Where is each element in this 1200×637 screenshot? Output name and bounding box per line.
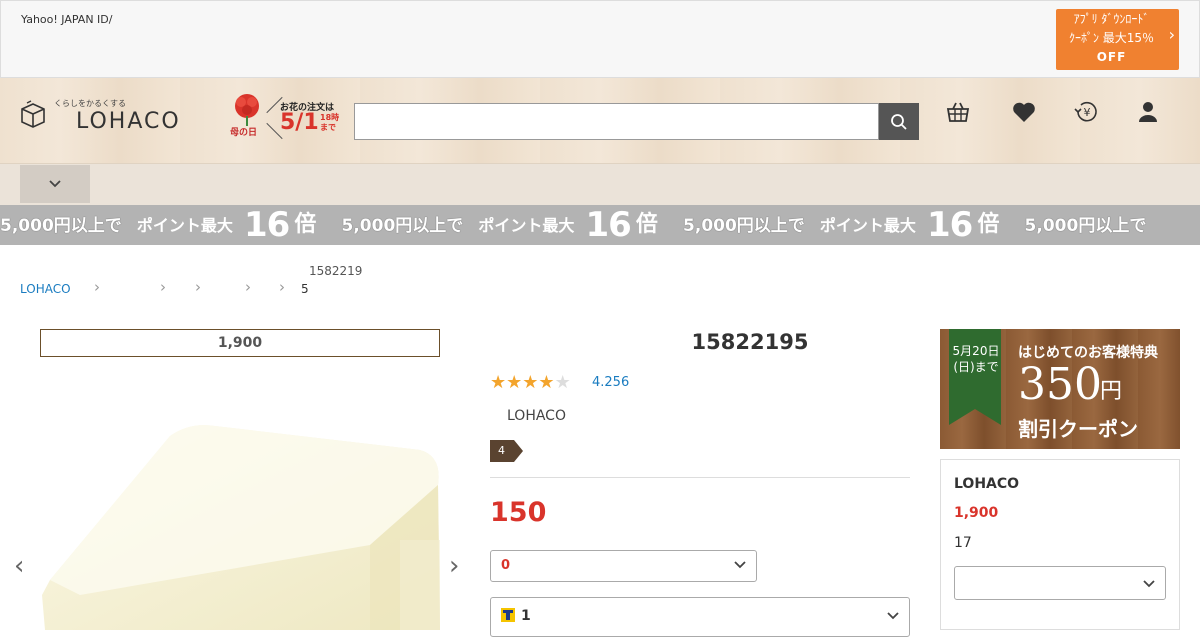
order-history-button[interactable]: ¥ [1072, 98, 1100, 126]
product-image[interactable] [40, 370, 440, 630]
star-icon: ★ [538, 372, 555, 393]
breadcrumb-product-id: 1582219 [309, 264, 363, 278]
yen-history-icon: ¥ [1074, 101, 1097, 122]
mothers-day-banner[interactable]: 母の日 お花の注文は 5/1 18時 まで [230, 92, 348, 142]
seller-name: LOHACO [954, 476, 1020, 492]
banner-times: 倍 [635, 212, 658, 237]
product-tag-badge: 4 [490, 440, 523, 462]
tpoint-value: 1 [521, 608, 531, 624]
first-order-coupon-banner[interactable]: 5月20日 (日)まで はじめてのお客様特典 350 円 割引クーポン [940, 329, 1180, 449]
seller-price: 1,900 [954, 505, 999, 521]
cart-button[interactable] [944, 98, 972, 126]
breadcrumb-separator-icon: › [245, 278, 251, 296]
banner-segment: 5,000円以上で ポイント最大 16 倍 [342, 205, 678, 245]
banner-points-label: ポイント最大 [819, 216, 916, 235]
seller-select[interactable] [954, 566, 1166, 600]
breadcrumb-separator-icon: › [195, 278, 201, 296]
heart-icon [1013, 102, 1035, 122]
carnation-icon [235, 94, 259, 126]
chevron-down-icon [49, 180, 61, 188]
top-bar: Yahoo! JAPAN ID/ [0, 0, 1200, 78]
banner-segment: 5,000円以上で ポイント最大 16 倍 [683, 205, 1019, 245]
logo-tagline: くらしをかるくする [54, 99, 126, 108]
banner-multiplier: 16 [243, 205, 290, 245]
favorites-button[interactable] [1010, 98, 1038, 126]
banner-multiplier: 16 [927, 205, 973, 245]
basket-icon [946, 102, 970, 122]
coupon-unit: 円 [1100, 379, 1123, 404]
mothers-day-date: 5/1 [280, 110, 319, 135]
coupon-label: 割引クーポン [1018, 417, 1138, 441]
banner-points-label: ポイント最大 [478, 216, 575, 235]
banner-times: 倍 [294, 212, 317, 237]
chevron-down-icon [734, 561, 746, 569]
seller-stock: 17 [954, 535, 972, 551]
banner-segment: 5,000円以上で ポイント最大 16 倍 [0, 205, 336, 245]
banner-threshold: 5,000円以上で [1024, 216, 1147, 236]
chevron-down-icon [1143, 580, 1155, 588]
product-title: 15822195 [691, 330, 809, 354]
gallery-next-button[interactable]: › [449, 551, 459, 581]
chevron-right-icon: › [1168, 25, 1175, 44]
logo-brand-text: LOHACO [76, 109, 181, 134]
star-icon: ★ [554, 372, 571, 393]
divider [490, 477, 910, 478]
promo-line-1: ｱﾌﾟﾘ ﾀﾞｳﾝﾛｰﾄﾞ [1073, 12, 1150, 26]
tpoint-icon [501, 608, 515, 622]
banner-threshold: 5,000円以上で [341, 216, 464, 236]
points-campaign-banner[interactable]: 5,000円以上で ポイント最大 16 倍 5,000円以上で ポイント最大 1… [0, 205, 1200, 245]
mothers-day-label: 母の日 [230, 128, 258, 138]
app-coupon-button[interactable]: ｱﾌﾟﾘ ﾀﾞｳﾝﾛｰﾄﾞ ｸｰﾎﾟﾝ 最大15％ OFF › [1056, 9, 1179, 70]
breadcrumb-separator-icon: › [94, 278, 100, 296]
breadcrumb-separator-icon: › [279, 278, 285, 296]
promo-line-3: OFF [1096, 50, 1127, 64]
banner-times: 倍 [977, 212, 1000, 237]
quantity-select[interactable]: 0 [490, 550, 757, 582]
banner-threshold: 5,000円以上で [683, 216, 805, 236]
review-count-link[interactable]: 4.256 [592, 375, 629, 390]
star-icon: ★ [490, 372, 507, 393]
tpoint-select[interactable]: 1 [490, 597, 910, 637]
quantity-value: 0 [501, 558, 511, 573]
coupon-amount: 350 [1018, 359, 1102, 410]
svg-text:¥: ¥ [1084, 106, 1091, 119]
seller-box: LOHACO 1,900 17 [940, 459, 1180, 630]
brand-name[interactable]: LOHACO [507, 408, 566, 424]
free-shipping-threshold: 1,900 [40, 329, 440, 357]
sponge-image [42, 425, 440, 630]
account-button[interactable] [1134, 98, 1162, 126]
promo-line-2: ｸｰﾎﾟﾝ 最大15％ [1068, 31, 1155, 45]
time-line-2: まで [320, 123, 336, 132]
banner-multiplier: 16 [585, 205, 632, 245]
coupon-deadline: 5月20日 (日)まで [950, 343, 1002, 375]
user-icon [1139, 102, 1157, 122]
banner-threshold: 5,000円以上で [0, 216, 122, 236]
star-icon: ★ [506, 372, 523, 393]
lohaco-logo[interactable]: くらしをかるくする LOHACO [20, 98, 205, 138]
product-price: 150 [490, 497, 547, 528]
breadcrumb-separator-icon: › [160, 278, 166, 296]
coupon-deadline-until: (日)まで [953, 360, 999, 374]
search-input[interactable] [354, 103, 879, 140]
breadcrumb-home-link[interactable]: LOHACO [20, 282, 71, 296]
chevron-down-icon [887, 612, 899, 620]
search-button[interactable] [879, 103, 919, 140]
mothers-day-time: 18時 まで [320, 113, 339, 133]
category-menu-button[interactable] [20, 165, 90, 203]
search-icon [891, 113, 907, 130]
breadcrumb-current: 5 [301, 282, 309, 296]
star-icon: ★ [522, 372, 539, 393]
gallery-prev-button[interactable]: ‹ [14, 551, 24, 581]
box-logo-icon [21, 100, 45, 128]
coupon-deadline-date: 5月20日 [952, 344, 1000, 358]
banner-segment: 5,000円以上で [1025, 206, 1157, 245]
time-line-1: 18時 [320, 113, 340, 122]
rating-stars: ★★★★★ [490, 372, 571, 393]
yahoo-id-link[interactable]: Yahoo! JAPAN ID/ [21, 13, 112, 26]
category-bar [0, 164, 1200, 205]
banner-points-label: ポイント最大 [136, 216, 233, 235]
